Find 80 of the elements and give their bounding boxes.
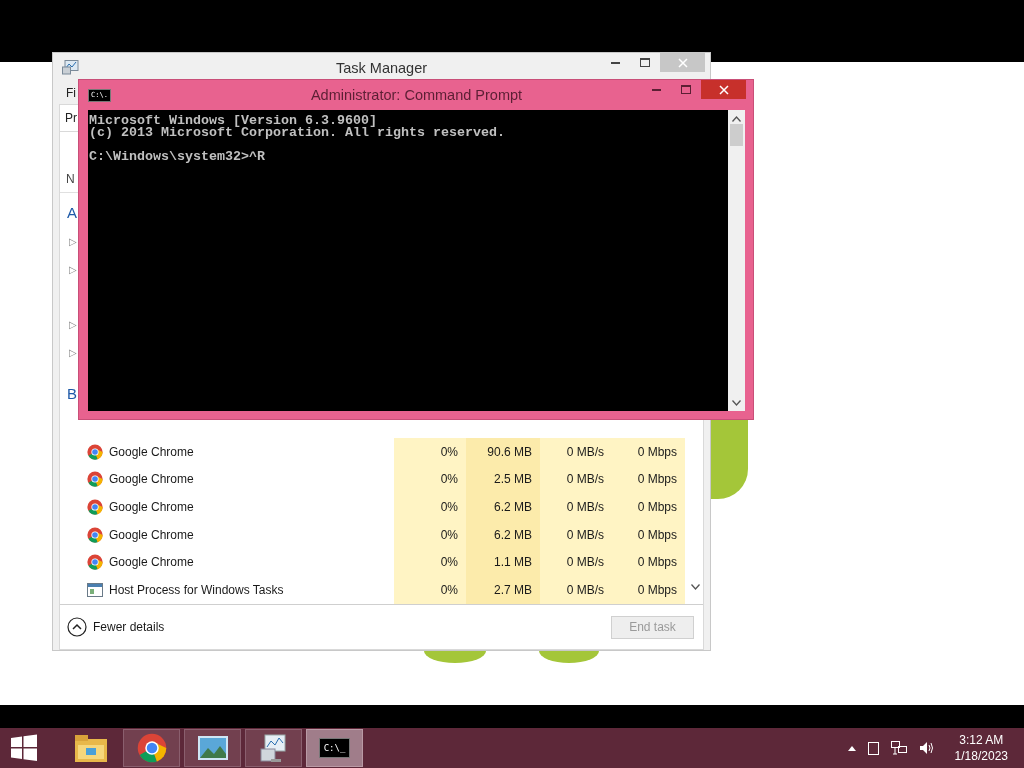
group-header: A	[67, 204, 77, 222]
console-line: C:\Windows\system32>^R	[89, 151, 266, 163]
application-window-icon	[87, 583, 103, 598]
action-center-icon[interactable]	[867, 741, 879, 755]
expand-arrow[interactable]: ▷	[69, 263, 77, 275]
table-cell: 0 MB/s	[566, 444, 604, 459]
tab[interactable]: Pr	[59, 104, 78, 131]
taskbar-app-button[interactable]: C:\_	[306, 729, 363, 767]
minimize-icon	[610, 61, 620, 64]
close-icon	[718, 84, 729, 95]
command-prompt-icon: C:\_	[318, 738, 351, 758]
process-name: Google Chrome	[109, 527, 194, 542]
minimize-icon	[651, 88, 661, 91]
process-name: Google Chrome	[109, 555, 194, 570]
close-icon	[677, 57, 688, 68]
window-title: Task Manager	[335, 60, 428, 76]
table-cell: 0 MB/s	[566, 555, 604, 570]
table-cell: 0 Mbps	[637, 527, 677, 542]
chrome-icon	[136, 733, 167, 763]
table-cell: 0 Mbps	[637, 444, 677, 459]
fewer-details-link[interactable]: Fewer details	[93, 620, 165, 634]
chrome-icon	[87, 498, 103, 515]
table-cell: 0 MB/s	[566, 583, 604, 598]
table-cell: 0 MB/s	[566, 527, 604, 542]
mascot-leg-shape	[539, 651, 599, 663]
chrome-icon	[87, 471, 103, 488]
console-line: Microsoft Windows [Version 6.3.9600]	[89, 115, 378, 127]
taskbar-app-button[interactable]	[184, 729, 241, 767]
table-cell: 0%	[440, 555, 458, 570]
collapse-chevron-icon[interactable]	[67, 617, 87, 637]
chrome-icon	[87, 554, 103, 571]
mascot-leg-shape	[424, 651, 486, 663]
expand-arrow[interactable]: ▷	[69, 236, 77, 248]
caret-up-icon[interactable]	[847, 745, 856, 751]
table-cell: 0%	[440, 499, 458, 514]
process-name: Google Chrome	[109, 499, 194, 514]
table-cell: 0%	[440, 472, 458, 487]
table-cell: 0%	[440, 583, 458, 598]
time-text: 3:12 AM	[959, 732, 1004, 748]
volume-icon[interactable]	[918, 741, 935, 755]
expand-arrow[interactable]: ▷	[69, 319, 77, 331]
windows-start-icon[interactable]	[10, 734, 38, 762]
table-cell: 6.2 MB	[494, 499, 532, 514]
expand-arrow[interactable]: ▷	[69, 346, 77, 358]
clock[interactable]: 3:12 AM 1/18/2023	[954, 732, 1008, 764]
taskbar-app-button[interactable]	[245, 729, 302, 767]
taskbar-app-button[interactable]	[123, 729, 180, 767]
menu-item[interactable]: Fi	[66, 85, 76, 100]
chrome-icon	[87, 526, 103, 543]
table-cell: 0 Mbps	[637, 555, 677, 570]
close-button[interactable]	[701, 80, 746, 99]
chrome-icon	[87, 443, 103, 460]
network-icon[interactable]	[890, 741, 907, 755]
table-cell: 0%	[440, 444, 458, 459]
performance-chart-icon	[62, 60, 79, 75]
table-cell: 1.1 MB	[494, 555, 532, 570]
table-cell: 90.6 MB	[487, 444, 532, 459]
group-header: B	[67, 384, 77, 402]
maximize-icon	[640, 58, 650, 67]
table-cell: 2.7 MB	[494, 583, 532, 598]
window-title: Administrator: Command Prompt	[310, 87, 523, 103]
process-name: Host Process for Windows Tasks	[109, 583, 284, 598]
date-text: 1/18/2023	[954, 748, 1008, 764]
table-cell: 0 MB/s	[566, 499, 604, 514]
table-cell: 0 Mbps	[637, 499, 677, 514]
column-header[interactable]: N	[66, 172, 75, 186]
table-cell: 2.5 MB	[494, 472, 532, 487]
table-cell: 6.2 MB	[494, 527, 532, 542]
console-line: (c) 2013 Microsoft Corporation. All rights reserved.	[89, 127, 506, 139]
performance-monitor-icon	[258, 733, 289, 763]
table-cell: 0%	[440, 527, 458, 542]
process-name: Google Chrome	[109, 444, 194, 459]
process-name: Google Chrome	[109, 472, 194, 487]
folder-icon	[73, 733, 108, 763]
maximize-icon	[681, 85, 691, 94]
scrollbar-thumb[interactable]	[730, 124, 743, 146]
table-cell: 0 Mbps	[637, 472, 677, 487]
table-cell: 0 MB/s	[566, 472, 604, 487]
landscape-photo-icon	[197, 736, 228, 760]
table-cell: 0 Mbps	[637, 583, 677, 598]
